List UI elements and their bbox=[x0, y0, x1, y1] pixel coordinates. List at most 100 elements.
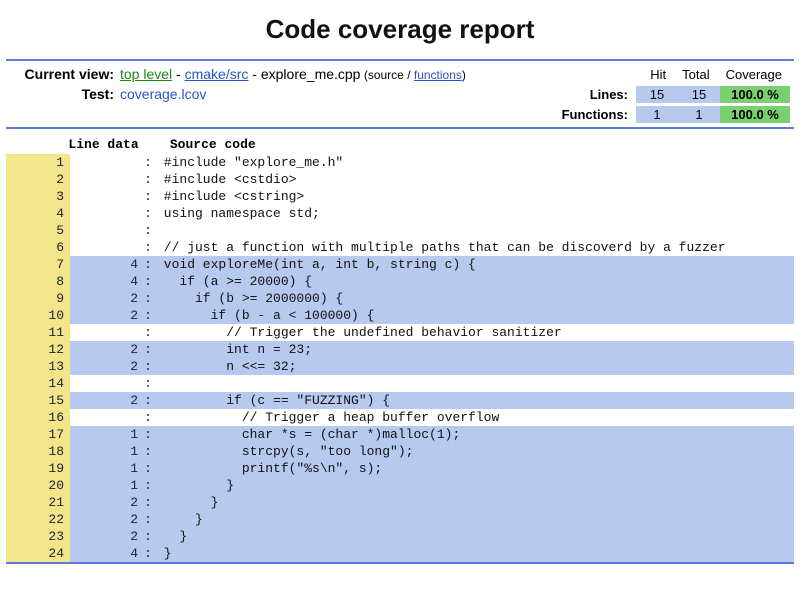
line-code: if (b >= 2000000) { bbox=[154, 290, 794, 307]
line-hits: 4 bbox=[70, 545, 142, 562]
line-code: #include "explore_me.h" bbox=[154, 154, 794, 171]
line-hits bbox=[70, 188, 142, 205]
source-header: Line data Source code bbox=[6, 133, 794, 154]
source-line: 132: n <<= 32; bbox=[6, 358, 794, 375]
stats-lines-total: 15 bbox=[678, 86, 720, 103]
line-code: #include <cstdio> bbox=[154, 171, 794, 188]
rule-bottom bbox=[6, 562, 794, 564]
line-number: 18 bbox=[6, 443, 70, 460]
line-sep: : bbox=[142, 222, 154, 239]
line-code bbox=[154, 222, 794, 239]
line-hits: 2 bbox=[70, 341, 142, 358]
paren-close: ) bbox=[462, 68, 466, 82]
source-line: 102: if (b - a < 100000) { bbox=[6, 307, 794, 324]
line-hits: 2 bbox=[70, 511, 142, 528]
stats-functions-total: 1 bbox=[678, 106, 720, 123]
line-hits bbox=[70, 324, 142, 341]
line-number: 3 bbox=[6, 188, 70, 205]
line-sep: : bbox=[142, 154, 154, 171]
line-code: // Trigger a heap buffer overflow bbox=[154, 409, 794, 426]
line-sep: : bbox=[142, 545, 154, 562]
source-line: 2: #include <cstdio> bbox=[6, 171, 794, 188]
line-hits: 2 bbox=[70, 290, 142, 307]
line-code: } bbox=[154, 528, 794, 545]
line-number: 2 bbox=[6, 171, 70, 188]
source-line: 232: } bbox=[6, 528, 794, 545]
source-line: 201: } bbox=[6, 477, 794, 494]
source-line: 122: int n = 23; bbox=[6, 341, 794, 358]
line-number: 13 bbox=[6, 358, 70, 375]
line-sep: : bbox=[142, 358, 154, 375]
line-hits: 1 bbox=[70, 426, 142, 443]
line-code: } bbox=[154, 477, 794, 494]
stats-functions-label: Functions: bbox=[554, 106, 636, 123]
line-code: void exploreMe(int a, int b, string c) { bbox=[154, 256, 794, 273]
line-number: 5 bbox=[6, 222, 70, 239]
line-code: if (b - a < 100000) { bbox=[154, 307, 794, 324]
line-sep: : bbox=[142, 290, 154, 307]
line-sep: : bbox=[142, 239, 154, 256]
line-sep: : bbox=[142, 188, 154, 205]
line-sep: : bbox=[142, 409, 154, 426]
line-hits bbox=[70, 154, 142, 171]
line-hits: 2 bbox=[70, 494, 142, 511]
link-functions[interactable]: functions bbox=[414, 68, 462, 82]
line-sep: : bbox=[142, 460, 154, 477]
line-sep: : bbox=[142, 341, 154, 358]
source-line: 4: using namespace std; bbox=[6, 205, 794, 222]
line-hits: 4 bbox=[70, 273, 142, 290]
line-code: if (a >= 20000) { bbox=[154, 273, 794, 290]
stats-table: Hit Total Coverage bbox=[626, 66, 790, 83]
line-hits: 2 bbox=[70, 358, 142, 375]
stats-col-hit: Hit bbox=[642, 66, 674, 83]
line-code: printf("%s\n", s); bbox=[154, 460, 794, 477]
stats-col-coverage: Coverage bbox=[718, 66, 790, 83]
stats-row-lines: Lines: 15 15 100.0 % bbox=[582, 86, 790, 103]
line-sep: : bbox=[142, 171, 154, 188]
line-hits: 1 bbox=[70, 460, 142, 477]
line-number: 19 bbox=[6, 460, 70, 477]
line-hits: 2 bbox=[70, 307, 142, 324]
line-number: 11 bbox=[6, 324, 70, 341]
stats-functions-coverage: 100.0 % bbox=[720, 106, 790, 123]
link-top-level[interactable]: top level bbox=[120, 66, 172, 82]
line-code: #include <cstring> bbox=[154, 188, 794, 205]
line-code: // Trigger the undefined behavior saniti… bbox=[154, 324, 794, 341]
source-block: Line data Source code 1: #include "explo… bbox=[6, 129, 794, 562]
line-number: 10 bbox=[6, 307, 70, 324]
sep: - bbox=[172, 66, 184, 82]
test-label: Test: bbox=[10, 86, 120, 102]
source-line: 11: // Trigger the undefined behavior sa… bbox=[6, 324, 794, 341]
line-sep: : bbox=[142, 528, 154, 545]
source-line: 171: char *s = (char *)malloc(1); bbox=[6, 426, 794, 443]
line-sep: : bbox=[142, 273, 154, 290]
page-title: Code coverage report bbox=[6, 14, 794, 45]
link-path[interactable]: cmake/src bbox=[185, 66, 249, 82]
source-line: 5: bbox=[6, 222, 794, 239]
line-number: 23 bbox=[6, 528, 70, 545]
line-code: } bbox=[154, 545, 794, 562]
line-sep: : bbox=[142, 205, 154, 222]
line-number: 16 bbox=[6, 409, 70, 426]
line-number: 22 bbox=[6, 511, 70, 528]
source-line: 212: } bbox=[6, 494, 794, 511]
line-hits bbox=[70, 205, 142, 222]
source-line: 181: strcpy(s, "too long"); bbox=[6, 443, 794, 460]
line-number: 24 bbox=[6, 545, 70, 562]
stats-lines-coverage: 100.0 % bbox=[720, 86, 790, 103]
line-hits: 2 bbox=[70, 528, 142, 545]
stats-row-functions: Functions: 1 1 100.0 % bbox=[554, 106, 790, 123]
header-block: Current view: top level - cmake/src - ex… bbox=[6, 61, 794, 127]
source-line: 1: #include "explore_me.h" bbox=[6, 154, 794, 171]
line-sep: : bbox=[142, 375, 154, 392]
line-number: 1 bbox=[6, 154, 70, 171]
source-line: 244: } bbox=[6, 545, 794, 562]
source-line: 3: #include <cstring> bbox=[6, 188, 794, 205]
line-code: char *s = (char *)malloc(1); bbox=[154, 426, 794, 443]
line-code: using namespace std; bbox=[154, 205, 794, 222]
line-code: int n = 23; bbox=[154, 341, 794, 358]
line-sep: : bbox=[142, 477, 154, 494]
line-hits: 2 bbox=[70, 392, 142, 409]
line-hits bbox=[70, 375, 142, 392]
source-line: 14: bbox=[6, 375, 794, 392]
